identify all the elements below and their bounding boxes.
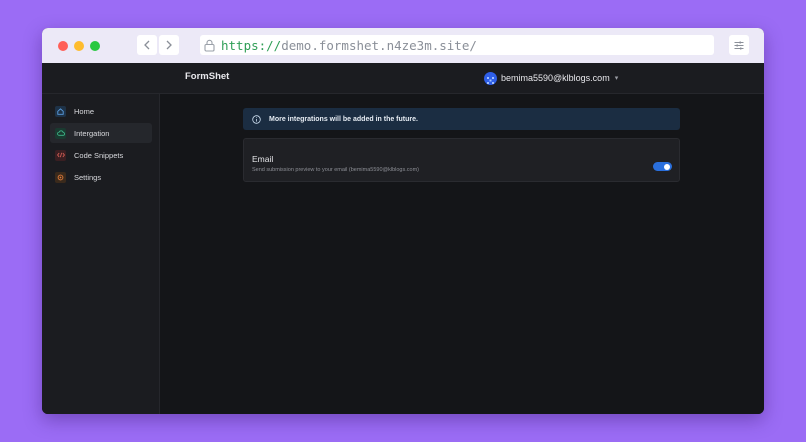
avatar [484,71,497,85]
email-toggle[interactable] [653,162,672,171]
email-integration-card: Email Send submission preview to your em… [243,138,680,182]
url-text: https://demo.formshet.n4ze3m.site/ [221,38,477,53]
card-title: Email [252,154,274,164]
back-button[interactable] [137,35,157,55]
browser-toolbar: https://demo.formshet.n4ze3m.site/ [42,28,764,63]
close-window-button[interactable] [58,41,68,51]
sliders-icon [734,41,744,49]
gear-icon [55,171,66,183]
sidebar-item-label: Intergation [74,128,110,138]
chevron-right-icon [166,40,172,50]
app-header: FormShet bemima5590@klblogs.com ▾ [42,63,764,94]
url-scheme: https:// [221,37,282,53]
sidebar-item-code-snippets[interactable]: Code Snippets [50,145,152,165]
code-icon [55,149,66,161]
home-icon [55,105,66,117]
sidebar-item-label: Home [74,106,95,116]
sidebar-item-label: Code Snippets [74,150,124,160]
chevron-down-icon: ▾ [614,74,619,82]
maximize-window-button[interactable] [90,41,100,51]
sidebar-item-integration[interactable]: Intergation [50,123,152,143]
url-host: demo.formshet.n4ze3m.site/ [281,37,477,53]
sidebar: Home Intergation Code Snippets Settings [42,94,160,414]
user-menu[interactable]: bemima5590@klblogs.com ▾ [484,70,618,86]
sidebar-item-label: Settings [74,172,102,182]
address-bar[interactable]: https://demo.formshet.n4ze3m.site/ [200,35,714,55]
notice-text: More integrations will be added in the f… [269,115,418,123]
chevron-left-icon [144,40,150,50]
cloud-icon [55,127,66,139]
lock-icon [204,38,216,52]
main-content: More integrations will be added in the f… [160,94,764,414]
forward-button[interactable] [159,35,179,55]
brand-logo-text[interactable]: FormShet [185,71,229,82]
info-notice: More integrations will be added in the f… [243,108,680,130]
sidebar-item-home[interactable]: Home [50,101,152,121]
sidebar-item-settings[interactable]: Settings [50,167,152,187]
browser-window: https://demo.formshet.n4ze3m.site/ FormS… [42,28,764,414]
minimize-window-button[interactable] [74,41,84,51]
info-icon [252,114,261,124]
toggle-knob [664,163,670,170]
card-description: Send submission preview to your email (b… [252,167,419,173]
user-email: bemima5590@klblogs.com [501,73,610,83]
settings-button[interactable] [729,35,749,55]
